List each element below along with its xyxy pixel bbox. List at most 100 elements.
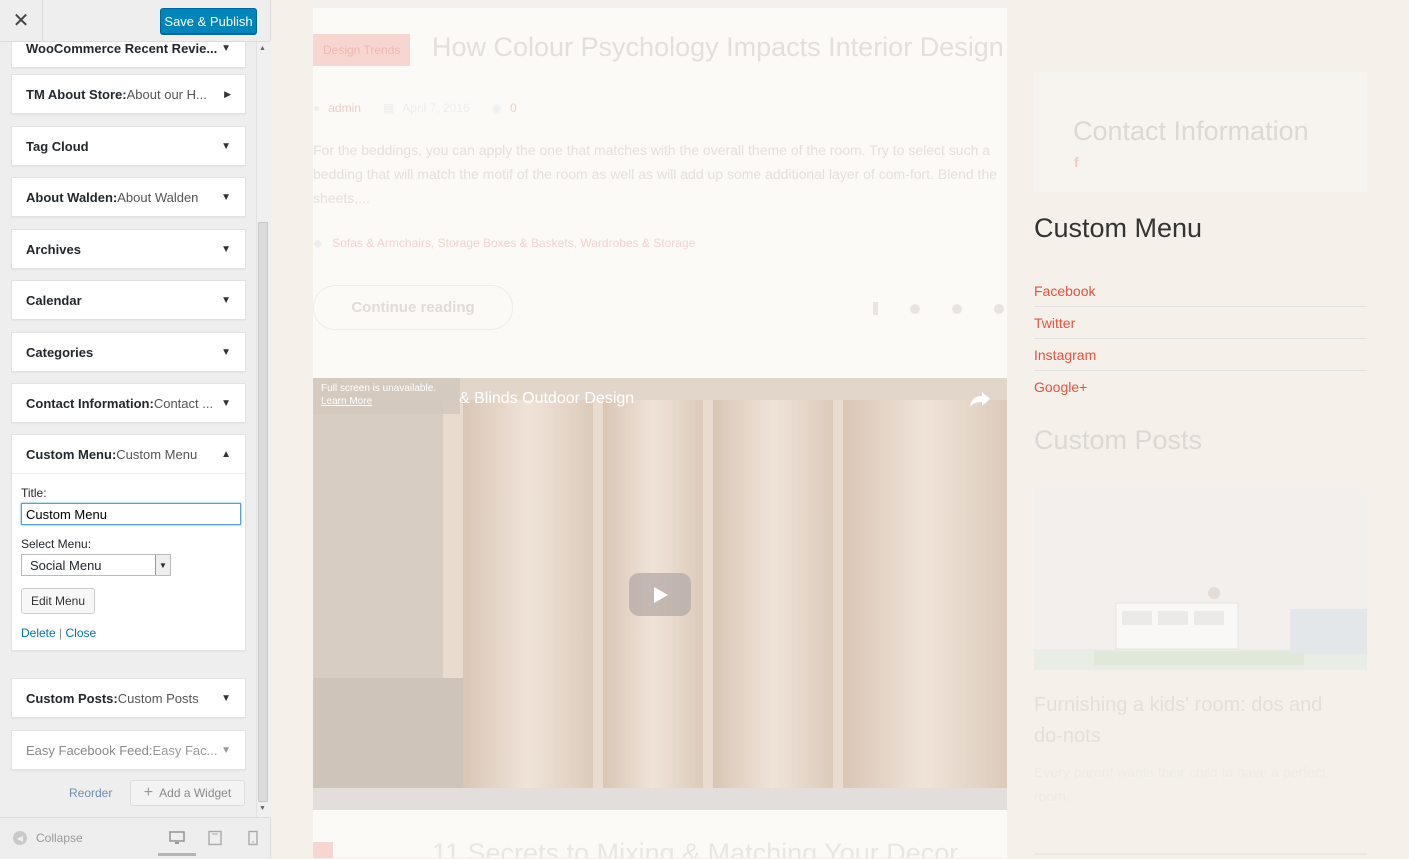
contact-info-widget: Contact Information f [1034, 72, 1367, 192]
comment-icon: ◉ [491, 101, 503, 115]
play-icon [654, 586, 668, 603]
pinterest-share-icon[interactable] [994, 304, 1004, 314]
category-badge[interactable]: Design Trends [313, 34, 411, 66]
customizer-footer: ◀ Collapse [0, 817, 270, 859]
expand-arrow-icon[interactable]: ▼ [221, 398, 231, 409]
widget-categories[interactable]: Categories ▼ [11, 332, 246, 372]
custom-posts-title: Custom Posts [1034, 425, 1203, 455]
mobile-preview-icon[interactable] [245, 830, 261, 846]
continue-reading-button[interactable]: Continue reading [313, 285, 513, 330]
video-title[interactable]: & Blinds Outdoor Design [459, 390, 634, 408]
widget-title: WooCommerce Recent Revie... [26, 41, 218, 56]
play-button[interactable] [629, 573, 691, 616]
expand-arrow-icon[interactable]: ▼ [221, 295, 231, 306]
widget-header[interactable]: Tag Cloud ▼ [12, 127, 245, 165]
widget-control-links: Delete | Close [21, 626, 236, 640]
expand-arrow-icon[interactable]: ▼ [221, 244, 231, 255]
custom-post-image[interactable] [1034, 489, 1367, 670]
widget-header[interactable]: Contact Information: Contact ... ▼ [12, 384, 245, 422]
author-icon: ● [313, 101, 321, 115]
close-link[interactable]: Close [65, 626, 96, 640]
post-date: April 7, 2016 [402, 101, 470, 115]
menu-item-instagram[interactable]: Instagram [1034, 339, 1367, 371]
title-label: Title: [21, 486, 47, 500]
custom-post-excerpt: Every parent wants their child to have a… [1034, 764, 1326, 804]
menu-item-facebook[interactable]: Facebook [1034, 275, 1367, 307]
expand-arrow-icon[interactable]: ▼ [221, 745, 231, 756]
link-separator: | [55, 626, 66, 640]
expand-arrow-icon[interactable]: ▼ [221, 192, 231, 203]
post-title-2[interactable]: 11 Secrets to Mixing & Matching Your Dec… [432, 838, 958, 858]
widget-title: Tag Cloud [26, 138, 89, 154]
twitter-share-icon[interactable] [910, 304, 920, 314]
widget-woocommerce-recent-reviews[interactable]: WooCommerce Recent Revie... ▼ [11, 41, 246, 68]
widget-custom-posts[interactable]: Custom Posts: Custom Posts ▼ [11, 678, 246, 718]
video-embed[interactable]: Full screen is unavailable. Learn More &… [313, 378, 1007, 810]
edit-menu-button[interactable]: Edit Menu [21, 588, 96, 614]
widget-header[interactable]: Categories ▼ [12, 333, 245, 371]
expand-arrow-icon[interactable]: ▼ [221, 43, 231, 54]
menu-select[interactable]: Social Menu ▼ [21, 554, 171, 576]
expand-arrow-icon[interactable]: ▼ [221, 693, 231, 704]
custom-menu-title: Custom Menu [1034, 213, 1203, 243]
widget-header[interactable]: Archives ▼ [12, 230, 245, 268]
google-plus-share-icon[interactable] [952, 304, 962, 314]
widget-archives[interactable]: Archives ▼ [11, 229, 246, 269]
expand-arrow-icon[interactable]: ▼ [221, 347, 231, 358]
widget-header[interactable]: Easy Facebook Feed: Easy Fac... ▼ [12, 731, 245, 769]
widget-contact-information[interactable]: Contact Information: Contact ... ▼ [11, 383, 246, 423]
post-title[interactable]: How Colour Psychology Impacts Interior D… [432, 32, 1004, 63]
widget-custom-menu[interactable]: Custom Menu: Custom Menu ▲ Title: Select… [11, 434, 246, 651]
widget-header[interactable]: TM About Store: About our H... ▶ [12, 75, 245, 113]
expand-arrow-icon[interactable]: ▶ [224, 89, 231, 100]
facebook-share-icon[interactable] [873, 302, 878, 315]
expand-arrow-icon[interactable]: ▼ [221, 141, 231, 152]
reorder-link[interactable]: Reorder [69, 786, 112, 800]
collapse-label: Collapse [36, 831, 83, 845]
custom-menu-form: Title: Select Menu: Social Menu ▼ Edit M… [12, 473, 245, 650]
tablet-preview-icon[interactable] [207, 830, 223, 846]
menu-item-google-plus[interactable]: Google+ [1034, 371, 1367, 402]
widget-header[interactable]: Calendar ▼ [12, 281, 245, 319]
chevron-down-icon[interactable]: ▼ [155, 555, 170, 575]
scroll-up-icon[interactable]: ▲ [259, 45, 266, 52]
facebook-icon[interactable]: f [1074, 154, 1079, 170]
widget-header[interactable]: Custom Posts: Custom Posts ▼ [12, 679, 245, 717]
widget-easy-facebook-feed[interactable]: Easy Facebook Feed: Easy Fac... ▼ [11, 730, 246, 770]
widget-title: Calendar [26, 292, 82, 308]
widget-tm-about-store[interactable]: TM About Store: About our H... ▶ [11, 74, 246, 114]
post-tags-list[interactable]: Sofas & Armchairs, Storage Boxes & Baske… [332, 236, 695, 250]
delete-link[interactable]: Delete [21, 626, 56, 640]
widget-header[interactable]: Custom Menu: Custom Menu ▲ [12, 435, 245, 473]
menu-item-twitter[interactable]: Twitter [1034, 307, 1367, 339]
widget-subtitle: Custom Menu [116, 446, 198, 462]
custom-post-title[interactable]: Furnishing a kids' room: dos and do-nots [1034, 690, 1354, 752]
widget-tag-cloud[interactable]: Tag Cloud ▼ [11, 126, 246, 166]
widget-subtitle: About our H... [126, 86, 207, 102]
widget-header[interactable]: WooCommerce Recent Revie... ▼ [12, 41, 245, 67]
widget-subtitle: Contact ... [153, 395, 214, 411]
post-separator [313, 0, 1007, 8]
collapse-button[interactable]: ◀ Collapse [13, 831, 83, 845]
post-meta: ● admin ▦ April 7, 2016 ◉ 0 [313, 101, 517, 115]
close-icon[interactable]: ✕ [0, 0, 43, 41]
add-widget-button[interactable]: + Add a Widget [130, 780, 245, 806]
scroll-down-icon[interactable]: ▼ [259, 805, 266, 812]
widget-about-walden[interactable]: About Walden: About Walden ▼ [11, 177, 246, 217]
post-tags: ◆ Sofas & Armchairs, Storage Boxes & Bask… [313, 236, 695, 250]
menu-select-value: Social Menu [30, 557, 102, 573]
scrollbar-thumb[interactable] [258, 222, 268, 802]
share-icon[interactable] [969, 390, 991, 408]
post-author[interactable]: admin [328, 101, 361, 115]
title-input[interactable] [21, 503, 241, 525]
desktop-preview-icon[interactable] [169, 830, 185, 846]
comment-count[interactable]: 0 [510, 101, 517, 115]
category-badge-2[interactable] [313, 842, 333, 858]
widget-subtitle: Custom Posts [117, 690, 199, 706]
widget-calendar[interactable]: Calendar ▼ [11, 280, 246, 320]
widget-title: Custom Menu: [26, 446, 117, 462]
widget-header[interactable]: About Walden: About Walden ▼ [12, 178, 245, 216]
learn-more-link[interactable]: Learn More [321, 396, 372, 407]
collapse-arrow-icon[interactable]: ▲ [221, 449, 231, 460]
save-publish-button[interactable]: Save & Publish [160, 8, 257, 34]
